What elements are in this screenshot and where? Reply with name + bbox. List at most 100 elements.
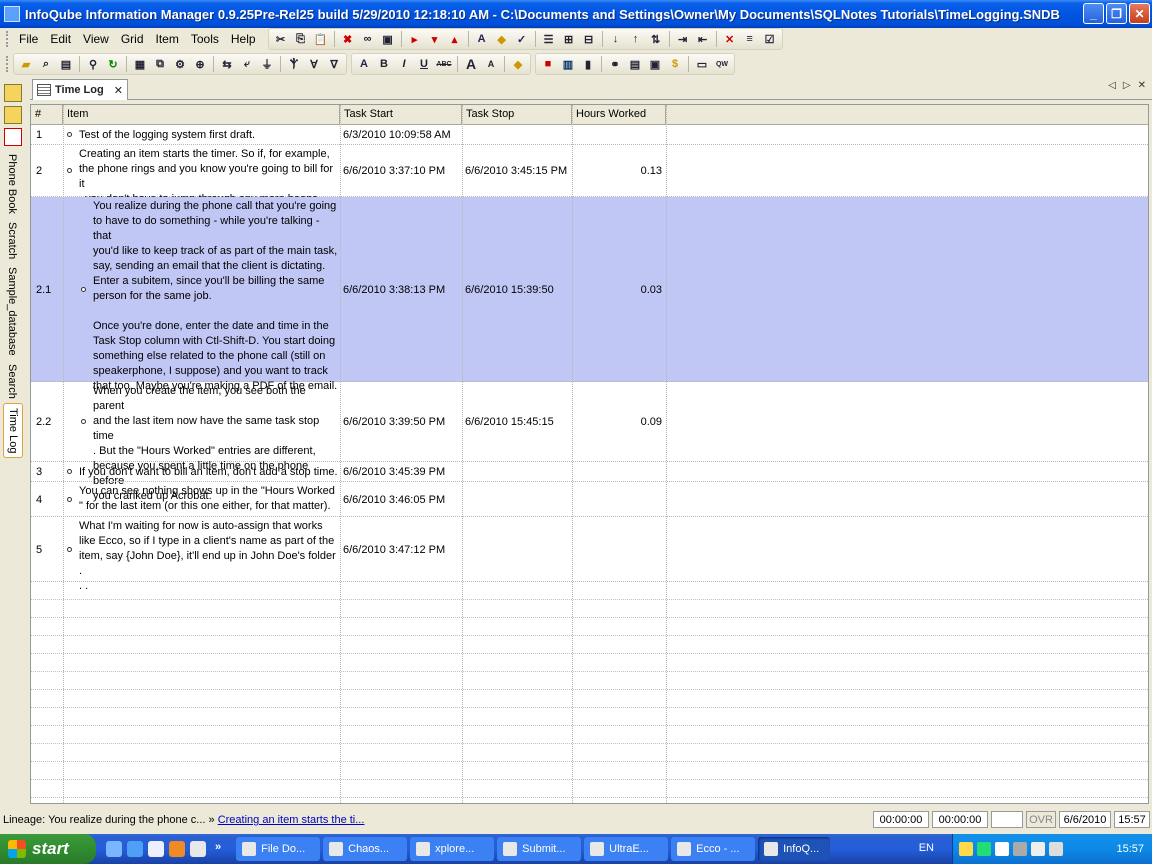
empty-row[interactable] (31, 708, 1148, 726)
table-row[interactable]: 3 If you don't want to bill an item, don'… (31, 462, 1148, 482)
taskbar-button[interactable]: UltraE... (584, 837, 669, 861)
item-box-icon[interactable]: ▣ (379, 30, 397, 48)
side-tab-phone-book[interactable]: Phone Book (6, 150, 18, 218)
paste-icon[interactable]: 📋 (312, 30, 330, 48)
grid-list-icon[interactable] (4, 106, 22, 124)
highlight-icon[interactable]: ◆ (509, 55, 527, 73)
expand-icon[interactable]: ∀ (305, 55, 323, 73)
table-row[interactable]: 2.2 When you create the item, you see bot… (31, 382, 1148, 502)
bookmarks-icon[interactable]: ▮ (579, 55, 597, 73)
ruler-icon[interactable]: ▭ (693, 55, 711, 73)
task-stop-cell[interactable]: 6/6/2010 15:39:50 (465, 283, 554, 298)
taskbar-button[interactable]: File Do... (236, 837, 321, 861)
empty-row[interactable] (31, 726, 1148, 744)
underline-icon[interactable]: U (415, 55, 433, 73)
menu-tools[interactable]: Tools (185, 30, 225, 48)
list-icon[interactable]: ≡ (741, 30, 759, 48)
menu-edit[interactable]: Edit (44, 30, 77, 48)
item-text[interactable]: You can see nothing shows up in the "Hou… (79, 484, 339, 514)
bold-icon[interactable]: B (375, 55, 393, 73)
taskbar-button[interactable]: xplore... (410, 837, 495, 861)
task-start-cell[interactable]: 6/6/2010 3:45:39 PM (343, 465, 445, 480)
empty-row[interactable] (31, 744, 1148, 762)
task-start-cell[interactable]: 6/6/2010 3:39:50 PM (343, 415, 445, 430)
item-text[interactable]: Test of the logging system first draft. (79, 128, 339, 143)
item-text[interactable]: If you don't want to bill an item, don't… (79, 465, 339, 480)
outline-icon[interactable]: ☰ (540, 30, 558, 48)
empty-row[interactable] (31, 654, 1148, 672)
zoom-icon[interactable]: ⊕ (191, 55, 209, 73)
move-right-icon[interactable]: ▸ (406, 30, 424, 48)
tab-close-icon[interactable]: ✕ (114, 84, 123, 97)
empty-row[interactable] (31, 672, 1148, 690)
task-start-cell[interactable]: 6/6/2010 3:37:10 PM (343, 164, 445, 179)
table-row[interactable]: 2.1 You realize during the phone call tha… (31, 197, 1148, 392)
word-icon[interactable] (148, 841, 164, 857)
side-tab-scratch[interactable]: Scratch (6, 218, 18, 263)
table-row[interactable]: 5 What I'm waiting for now is auto-assign… (31, 517, 1148, 592)
empty-row[interactable] (31, 600, 1148, 618)
item-bullet-icon[interactable] (81, 287, 86, 292)
font-grow-icon[interactable]: A (462, 55, 480, 73)
menu-help[interactable]: Help (225, 30, 262, 48)
empty-row[interactable] (31, 690, 1148, 708)
indent-icon[interactable]: ⇥ (674, 30, 692, 48)
filter-column-icon[interactable]: ∇ (325, 55, 343, 73)
binoculars-icon[interactable]: ⚭ (606, 55, 624, 73)
menu-grip[interactable] (6, 31, 9, 47)
taskbar-button[interactable]: Submit... (497, 837, 582, 861)
item-bullet-icon[interactable] (67, 168, 72, 173)
copy-grid-icon[interactable]: ⧉ (151, 55, 169, 73)
calendar-grid-icon[interactable] (4, 128, 22, 146)
firefox-icon[interactable] (169, 841, 185, 857)
empty-row[interactable] (31, 618, 1148, 636)
taskbar-button[interactable]: InfoQ... (758, 837, 831, 861)
clock[interactable]: 15:57 (1116, 843, 1144, 855)
qw-icon[interactable]: QW (713, 55, 731, 73)
side-tab-search[interactable]: Search (6, 360, 18, 403)
hours-worked-cell[interactable]: 0.03 (572, 283, 662, 298)
menu-grid[interactable]: Grid (115, 30, 150, 48)
outdent-icon[interactable]: ⇤ (694, 30, 712, 48)
empty-row[interactable] (31, 798, 1148, 803)
tray-icon[interactable] (1031, 842, 1045, 856)
refresh-icon[interactable]: ↻ (104, 55, 122, 73)
chart-icon[interactable]: ▥ (559, 55, 577, 73)
grid-view-icon[interactable]: ▤ (57, 55, 75, 73)
clear-icon[interactable]: ✕ (721, 30, 739, 48)
menu-item[interactable]: Item (150, 30, 185, 48)
tray-icon[interactable] (1013, 842, 1027, 856)
header-item[interactable]: Item (63, 105, 340, 125)
sort-desc-icon[interactable]: ↑ (627, 30, 645, 48)
open-icon[interactable]: ▰ (17, 55, 35, 73)
format-icon[interactable]: A (473, 30, 491, 48)
start-button[interactable]: start (0, 834, 96, 864)
link-icon[interactable]: ∞ (359, 30, 377, 48)
move-up-icon[interactable]: ▴ (446, 30, 464, 48)
tray-icon[interactable] (959, 842, 973, 856)
task-stop-cell[interactable]: 6/6/2010 3:45:15 PM (465, 164, 567, 179)
italic-icon[interactable]: I (395, 55, 413, 73)
side-tab-time-log[interactable]: Time Log (3, 402, 23, 459)
minimize-button[interactable]: _ (1083, 3, 1104, 24)
move-down-icon[interactable]: ▾ (426, 30, 444, 48)
task-start-cell[interactable]: 6/3/2010 10:09:58 AM (343, 128, 451, 143)
tab-prev-icon[interactable]: ◁ (1108, 80, 1116, 91)
new-grid-icon[interactable] (4, 84, 22, 102)
quick-launch-icon[interactable] (106, 841, 122, 857)
tab-close-all-icon[interactable]: ✕ (1138, 80, 1146, 91)
close-button[interactable]: ✕ (1129, 3, 1150, 24)
volume-icon[interactable] (1049, 842, 1063, 856)
document-icon[interactable]: ▤ (626, 55, 644, 73)
taskbar-button[interactable]: Chaos... (323, 837, 408, 861)
tab-time-log[interactable]: Time Log ✕ (32, 79, 128, 100)
language-indicator[interactable]: EN (919, 842, 934, 854)
table-row[interactable]: 4 You can see nothing shows up in the "Ho… (31, 482, 1148, 517)
item-bullet-icon[interactable] (81, 419, 86, 424)
hours-worked-cell[interactable]: 0.09 (572, 415, 662, 430)
item-bullet-icon[interactable] (67, 132, 72, 137)
ie-icon[interactable] (127, 841, 143, 857)
restore-button[interactable]: ❐ (1106, 3, 1127, 24)
tray-icon[interactable] (977, 842, 991, 856)
add-child-icon[interactable]: ⊟ (580, 30, 598, 48)
